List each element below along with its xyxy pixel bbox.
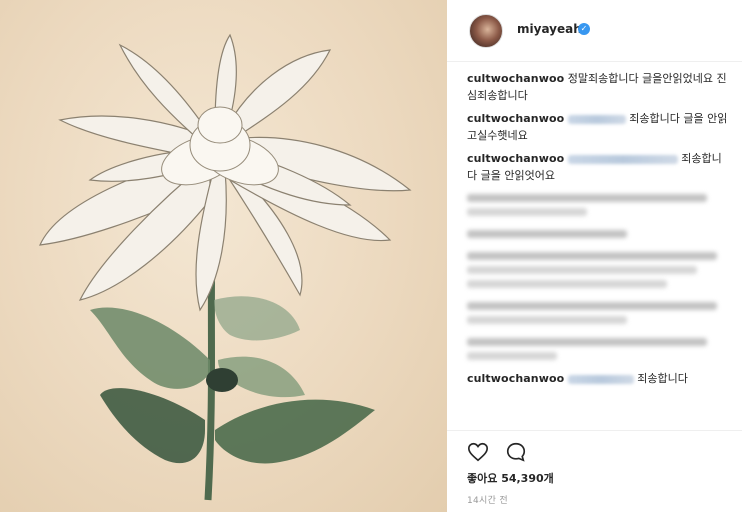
blurred-comments [467,194,729,360]
heart-icon[interactable] [467,441,489,463]
post-image [0,0,447,512]
comment: cultwochanwoo 죄송합니다 글을 안읽고실수햇네요 [467,110,729,144]
post-sidebar: miyayeah ✓ cultwochanwoo 정말죄송합니다 글을안읽었네요… [447,0,742,512]
blurred-mention [567,154,678,164]
blurred-mention [567,374,634,384]
comment: cultwochanwoo 죄송합니다 글을 안읽엇어요 [467,150,729,184]
comment-username[interactable]: cultwochanwoo [467,112,564,125]
chrysanthemum-illustration [39,33,412,501]
comment-icon[interactable] [505,441,527,463]
avatar[interactable] [469,14,503,48]
comment-username[interactable]: cultwochanwoo [467,372,564,385]
comment-username[interactable]: cultwochanwoo [467,72,564,85]
likes-count[interactable]: 좋아요 54,390개 [467,470,554,486]
post-actions [447,430,742,470]
post-timestamp[interactable]: 14시간 전 [467,493,508,506]
comment-username[interactable]: cultwochanwoo [467,152,564,165]
comment-text: 죄송합니다 [637,372,688,385]
comment: cultwochanwoo 정말죄송합니다 글을안읽었네요 진심죄송합니다 [467,70,729,104]
blurred-mention [567,114,626,124]
comment: cultwochanwoo 죄송합니다 [467,370,729,387]
comments-list: cultwochanwoo 정말죄송합니다 글을안읽었네요 진심죄송합니다 cu… [467,70,729,393]
post-header: miyayeah ✓ [447,0,742,62]
verified-badge-icon: ✓ [578,23,590,35]
username-link[interactable]: miyayeah [517,22,582,36]
